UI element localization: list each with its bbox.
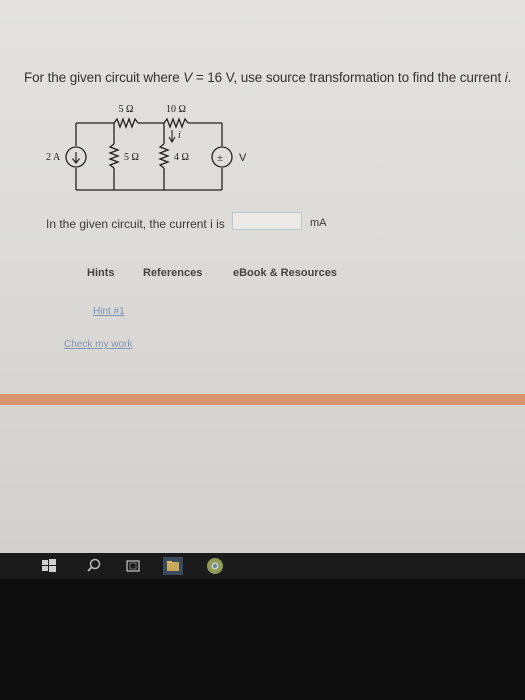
browser-viewport: For the given circuit where V = 16 V, us…	[0, 0, 525, 558]
label-r-top-left: 5 Ω	[119, 104, 134, 115]
answer-prompt: In the given circuit, the current i is	[46, 217, 225, 231]
label-r-top-right: 10 Ω	[166, 104, 186, 115]
hints-tab[interactable]: Hints	[87, 267, 115, 279]
references-tab[interactable]: References	[143, 267, 202, 279]
windows-taskbar	[0, 553, 525, 579]
label-r-mid: 5 Ω	[124, 152, 139, 163]
check-my-work-link[interactable]: Check my work	[64, 339, 132, 350]
windows-start-icon[interactable]	[40, 557, 58, 575]
question-suffix: .	[507, 70, 512, 85]
current-source-arrow-icon	[72, 152, 80, 164]
label-current-i: i	[178, 130, 181, 141]
ebook-resources-tab[interactable]: eBook & Resources	[233, 267, 337, 279]
task-view-icon[interactable]	[124, 557, 142, 575]
answer-unit: mA	[310, 217, 327, 229]
current-direction-arrow-icon	[168, 130, 176, 144]
resistor-top-left	[113, 117, 139, 129]
resistor-mid	[108, 143, 120, 169]
question-prefix: For the given circuit where	[24, 70, 184, 85]
circuit-diagram: 5 Ω 10 Ω 5 Ω 4 Ω 2 A i ± V	[46, 104, 247, 191]
hint-link[interactable]: Hint #1	[93, 306, 125, 317]
label-voltage: V	[239, 152, 247, 164]
search-icon[interactable]	[85, 557, 103, 575]
label-current-source: 2 A	[46, 152, 61, 163]
question-middle: = 16 V, use source transformation to fin…	[192, 70, 505, 85]
footer-accent-bar	[0, 394, 525, 405]
question-var-v: V	[183, 70, 193, 85]
file-explorer-icon[interactable]	[163, 557, 183, 575]
resistor-top-right	[163, 117, 189, 129]
chrome-icon[interactable]	[205, 557, 225, 575]
resistor-right	[158, 143, 170, 169]
label-r-right: 4 Ω	[174, 152, 189, 163]
question-text: For the given circuit where V = 16 V, us…	[24, 70, 519, 85]
label-polarity: ±	[217, 152, 223, 164]
answer-input[interactable]	[232, 212, 302, 230]
